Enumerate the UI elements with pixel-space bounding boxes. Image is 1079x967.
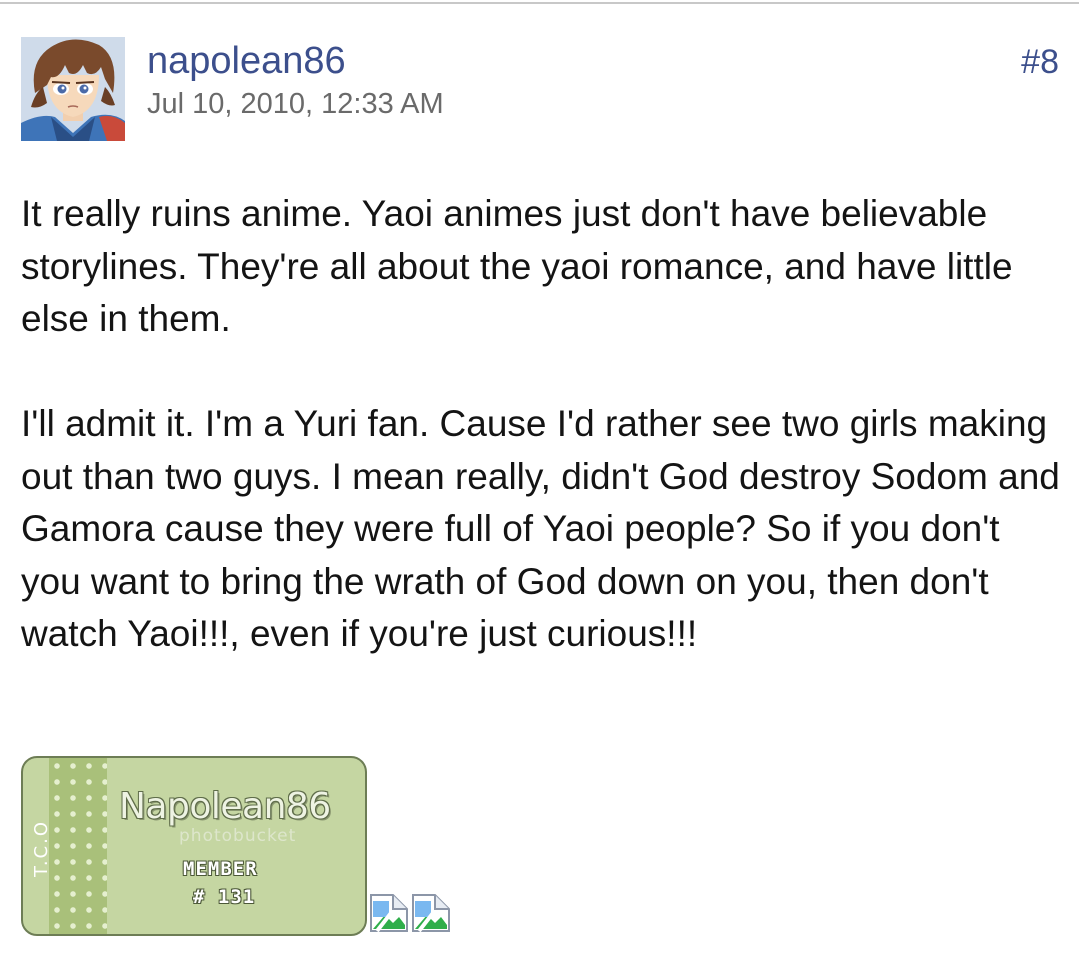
broken-image-icon <box>369 893 409 933</box>
post-timestamp: Jul 10, 2010, 12:33 AM <box>147 88 444 120</box>
signature-name: Napolean86 <box>119 786 331 827</box>
signature-watermark: photobucket <box>179 826 297 846</box>
signature-side-text: T.C.O <box>31 819 53 878</box>
post-paragraph: I'll admit it. I'm a Yuri fan. Cause I'd… <box>21 403 1060 654</box>
post-paragraph: It really ruins anime. Yaoi animes just … <box>21 193 1013 339</box>
avatar-image <box>21 37 125 141</box>
signature-dotted-stripe <box>49 758 107 934</box>
avatar[interactable] <box>21 37 125 141</box>
broken-image-icon <box>411 893 451 933</box>
forum-post: napolean86 Jul 10, 2010, 12:33 AM #8 It … <box>0 0 1079 967</box>
signature-member-label: MEMBER <box>183 858 258 880</box>
signature-banner: T.C.O Napolean86 photobucket MEMBER # 13… <box>21 756 367 936</box>
post-number-link[interactable]: #8 <box>1021 40 1059 84</box>
author-link[interactable]: napolean86 <box>147 38 346 84</box>
post-body: It really ruins anime. Yaoi animes just … <box>21 188 1061 661</box>
signature-member-number: # 131 <box>193 886 256 908</box>
